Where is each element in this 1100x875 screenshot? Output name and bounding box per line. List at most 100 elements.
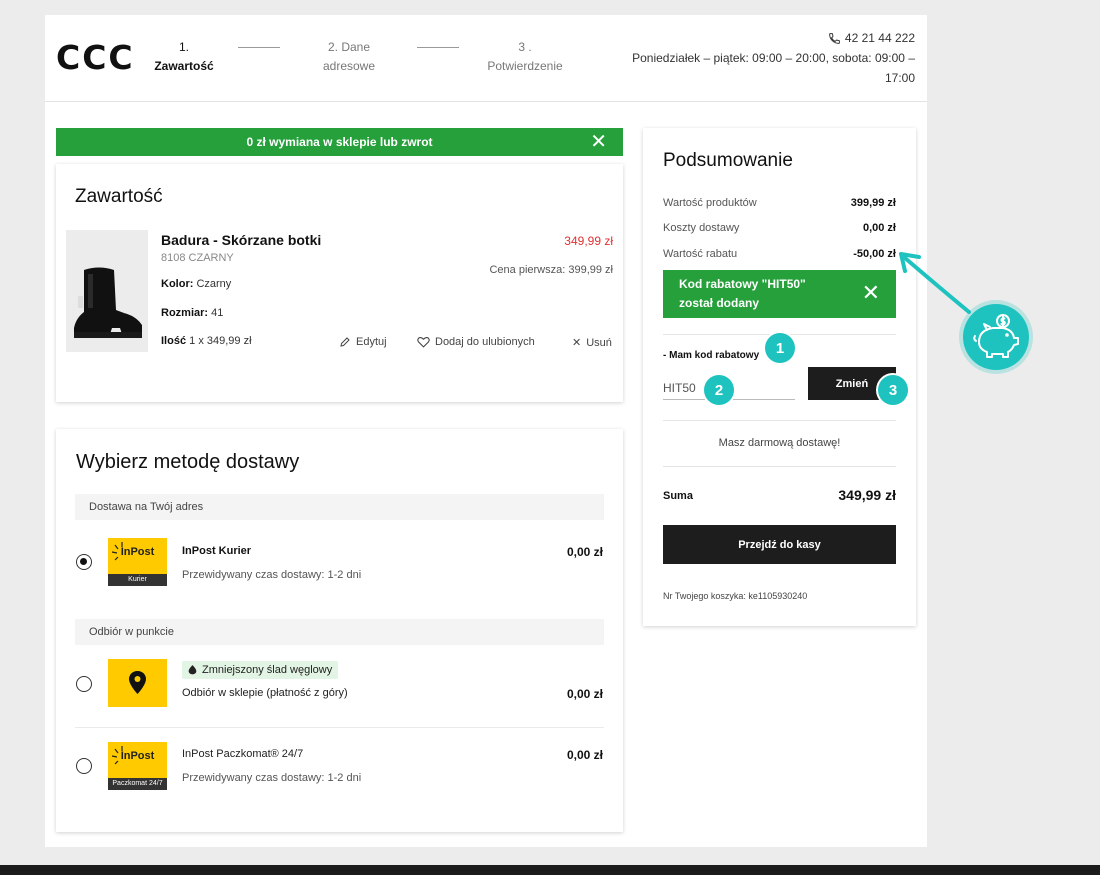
favorite-label: Dodaj do ulubionych [435, 336, 535, 348]
option-price: 0,00 zł [566, 687, 603, 701]
product-size: Rozmiar: 41 [161, 307, 223, 319]
leaf-icon [188, 664, 197, 674]
heart-icon [417, 337, 430, 348]
step-address: 2. Dane adresowe [310, 38, 388, 76]
close-icon[interactable]: ✕ [862, 282, 880, 304]
step-contents: 1. Zawartość [150, 38, 218, 76]
piggy-bank-badge [963, 304, 1029, 370]
product-quantity: Ilość 1 x 349,99 zł [161, 335, 252, 347]
eco-badge: Zmniejszony ślad węglowy [182, 661, 339, 679]
close-icon[interactable]: ✕ [590, 132, 607, 152]
close-icon: ✕ [572, 337, 582, 349]
header-divider [45, 101, 927, 102]
inpost-logo: InPost Kurier [108, 538, 167, 586]
promo-text: 0 zł wymiana w sklepie lub zwrot [246, 135, 433, 149]
summary-discount-row: Wartość rabatu -50,00 zł [663, 248, 896, 260]
order-summary-card: Podsumowanie Wartość produktów 399,99 zł… [643, 128, 916, 626]
option-price: 0,00 zł [566, 545, 603, 559]
summary-products-row: Wartość produktów 399,99 zł [663, 197, 896, 209]
promo-banner: 0 zł wymiana w sklepie lub zwrot ✕ [56, 128, 623, 156]
step-number: 3 . [518, 40, 532, 54]
step-connector [417, 47, 459, 48]
checkout-button[interactable]: Przejdź do kasy [663, 525, 896, 564]
radio-store-pickup[interactable] [76, 676, 92, 692]
total-value: 349,99 zł [838, 487, 896, 503]
remove-label: Usuń [586, 336, 612, 349]
quantity-label: Ilość [161, 335, 187, 347]
product-code: 8108 CZARNY [161, 252, 234, 264]
summary-value: -50,00 zł [853, 248, 896, 260]
radio-inpost-courier[interactable] [76, 554, 92, 570]
eco-badge-label: Zmniejszony ślad węglowy [202, 664, 333, 676]
step-marker-1: 1 [765, 333, 795, 363]
edit-label: Edytuj [356, 336, 387, 348]
summary-title: Podsumowanie [663, 150, 793, 171]
discount-code-toggle[interactable]: - Mam kod rabatowy [663, 350, 759, 361]
free-delivery-note: Masz darmową dostawę! [718, 437, 841, 449]
delivery-method-card: Wybierz metodę dostawy Dostawa na Twój a… [56, 429, 623, 832]
cart-contents-card: Zawartość Badura - Skórzane botki 8108 C… [56, 164, 623, 402]
phone-row[interactable]: 42 21 44 222 [615, 28, 915, 48]
pencil-icon [340, 337, 350, 347]
remove-button[interactable]: ✕ Usuń [572, 336, 612, 350]
footer-bar [0, 865, 1100, 875]
cart-number: Nr Twojego koszyka: ke1105930240 [663, 591, 808, 601]
summary-value: 0,00 zł [862, 222, 896, 234]
option-delivery-time: Przewidywany czas dostawy: 1-2 dni [182, 772, 362, 784]
summary-value: 399,99 zł [850, 197, 896, 209]
phone-number: 42 21 44 222 [844, 31, 915, 45]
product-price: 349,99 zł [564, 234, 613, 248]
step-label: Zawartość [154, 59, 214, 73]
contents-title: Zawartość [75, 186, 163, 207]
product-image[interactable] [66, 230, 148, 352]
size-label: Rozmiar: [161, 307, 209, 319]
step-label: Potwierdzenie [487, 59, 563, 73]
color-value: Czarny [196, 278, 232, 290]
inpost-logo-strip: Kurier [108, 574, 167, 586]
contact-info: 42 21 44 222 Poniedziałek – piątek: 09:0… [615, 28, 915, 88]
store-pickup-logo [108, 659, 167, 707]
summary-label: Wartość produktów [663, 197, 757, 209]
inpost-logo-text: InPost [120, 750, 155, 762]
ccc-logo[interactable]: CCC [56, 38, 135, 77]
inpost-logo-strip: Paczkomat 24/7 [108, 778, 167, 790]
step-number: 1. [178, 40, 189, 54]
step-confirmation: 3 . Potwierdzenie [480, 38, 570, 76]
quantity-value: 1 x 349,99 zł [189, 335, 252, 347]
location-pin-icon [129, 671, 146, 694]
product-name[interactable]: Badura - Skórzane botki [161, 232, 321, 248]
add-to-favorites-button[interactable]: Dodaj do ulubionych [417, 336, 535, 348]
summary-delivery-row: Koszty dostawy 0,00 zł [663, 222, 896, 234]
option-price: 0,00 zł [566, 748, 603, 762]
first-price: Cena pierwsza: 399,99 zł [489, 264, 613, 276]
group-home-delivery: Dostawa na Twój adres [75, 494, 604, 520]
option-delivery-time: Przewidywany czas dostawy: 1-2 dni [182, 569, 362, 581]
step-label: adresowe [322, 59, 376, 73]
edit-button[interactable]: Edytuj [339, 336, 387, 348]
piggy-bank-icon [973, 314, 1019, 358]
option-name: InPost Kurier [182, 545, 252, 557]
step-connector [238, 47, 280, 48]
step-number: 2. Dane [327, 40, 371, 54]
delivery-title: Wybierz metodę dostawy [76, 451, 300, 473]
step-marker-2: 2 [704, 375, 734, 405]
boot-image [66, 230, 148, 352]
opening-hours-cont: 17:00 [884, 71, 915, 85]
step-marker-3: 3 [878, 375, 908, 405]
opening-hours: Poniedziałek – piątek: 09:00 – 20:00, so… [632, 51, 915, 65]
total-label: Suma [663, 490, 693, 502]
option-name: Odbiór w sklepie (płatność z góry) [182, 687, 348, 699]
option-divider [75, 727, 604, 728]
inpost-logo: InPost Paczkomat 24/7 [108, 742, 167, 790]
summary-divider [663, 466, 896, 467]
option-name: InPost Paczkomat® 24/7 [182, 748, 304, 760]
phone-icon [829, 32, 840, 44]
summary-divider [663, 420, 896, 421]
code-added-banner: Kod rabatowy "HIT50" został dodany ✕ [663, 270, 896, 318]
summary-label: Koszty dostawy [663, 222, 740, 234]
inpost-logo-text: InPost [120, 546, 155, 558]
color-label: Kolor: [161, 278, 194, 290]
radio-paczkomat[interactable] [76, 758, 92, 774]
product-color: Kolor: Czarny [161, 278, 231, 290]
group-pickup-point: Odbiór w punkcie [75, 619, 604, 645]
